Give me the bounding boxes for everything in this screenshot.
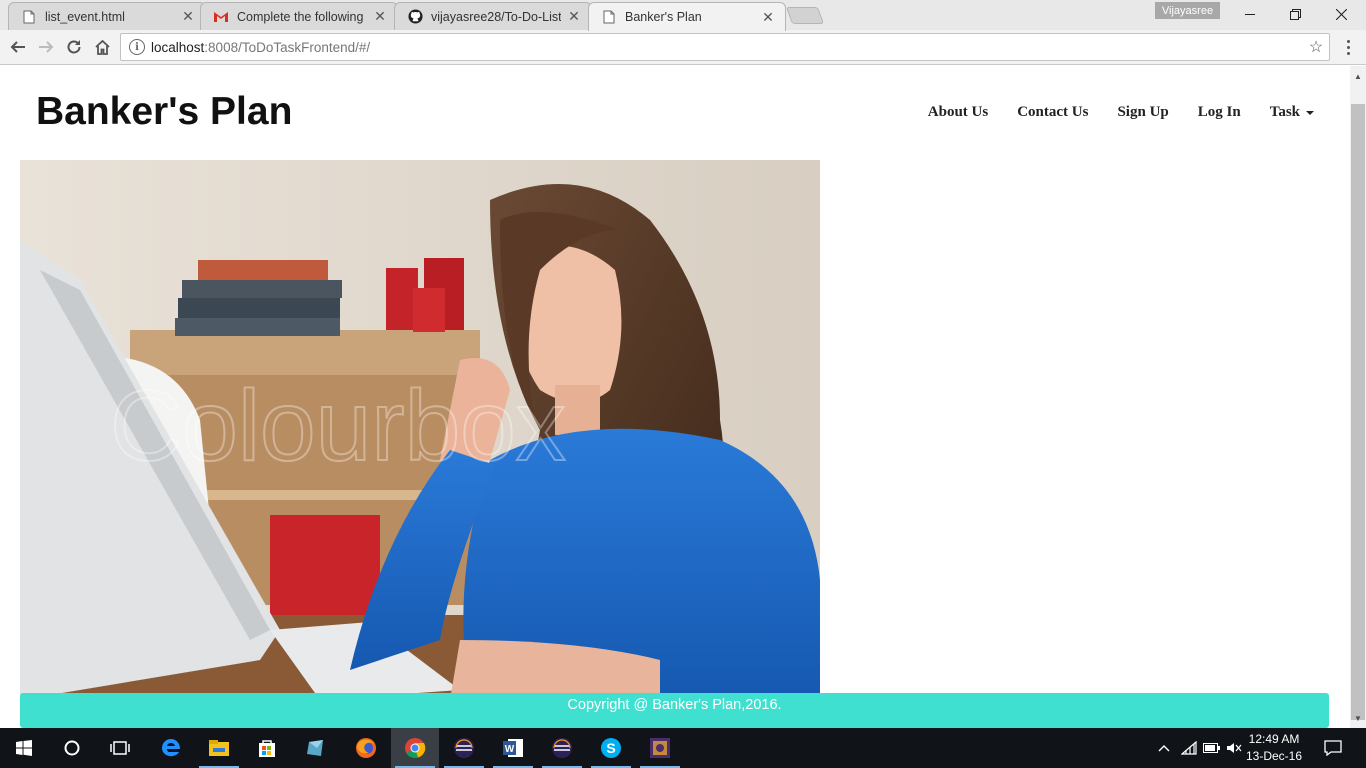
taskbar-clock[interactable]: 12:49 AM 13-Dec-16 — [1244, 731, 1304, 765]
document-icon — [601, 9, 617, 25]
nav-task-label: Task — [1269, 104, 1300, 120]
close-window-icon[interactable] — [1318, 0, 1364, 28]
footer-bar: Copyright @ Banker's Plan,2016. — [20, 693, 1329, 728]
svg-text:S: S — [606, 740, 615, 756]
close-icon[interactable]: ✕ — [567, 8, 581, 25]
home-icon[interactable] — [89, 35, 115, 59]
nav-sign-up[interactable]: Sign Up — [1117, 104, 1168, 121]
clock-time: 12:49 AM — [1248, 732, 1300, 746]
scroll-thumb[interactable] — [1351, 104, 1365, 720]
tab-title: Banker's Plan — [625, 10, 702, 24]
profile-button[interactable]: Vijayasree — [1155, 2, 1220, 19]
reload-icon[interactable] — [61, 35, 87, 59]
task-view-icon[interactable] — [96, 728, 144, 768]
eclipse-icon[interactable] — [440, 728, 488, 768]
tab-bankers-plan[interactable]: Banker's Plan ✕ — [588, 2, 786, 31]
footer-copyright: Copyright @ Banker's Plan,2016. — [567, 697, 782, 713]
edge-icon[interactable] — [147, 728, 195, 768]
hero-image: Colourbox — [20, 160, 820, 700]
battery-icon[interactable] — [1201, 728, 1223, 768]
brand-title[interactable]: Banker's Plan — [36, 90, 292, 134]
app-icon[interactable] — [292, 728, 340, 768]
github-icon — [407, 9, 423, 25]
skype-icon[interactable]: S — [587, 728, 635, 768]
tab-title: vijayasree28/To-Do-List- — [431, 9, 561, 24]
notifications-icon[interactable] — [1318, 728, 1348, 768]
address-bar[interactable]: i localhost:8008/ToDoTaskFrontend/#/ ☆ — [120, 33, 1330, 61]
close-icon[interactable]: ✕ — [181, 8, 195, 25]
cortana-icon[interactable] — [48, 728, 96, 768]
restore-icon[interactable] — [1272, 0, 1318, 28]
nav-log-in[interactable]: Log In — [1198, 104, 1241, 121]
nav-about-us[interactable]: About Us — [928, 104, 988, 121]
close-icon[interactable]: ✕ — [373, 8, 387, 25]
forward-arrow-icon[interactable] — [33, 35, 59, 59]
file-explorer-icon[interactable] — [195, 728, 243, 768]
start-icon[interactable] — [0, 728, 48, 768]
document-icon — [21, 9, 37, 25]
tab-list-event[interactable]: list_event.html ✕ — [8, 2, 206, 30]
nav-contact-us[interactable]: Contact Us — [1017, 104, 1088, 121]
new-tab-button[interactable] — [785, 7, 825, 24]
svg-text:W: W — [505, 744, 515, 755]
main-nav: About Us Contact Us Sign Up Log In Task — [928, 104, 1314, 121]
vertical-scrollbar[interactable]: ▲ ▼ — [1350, 66, 1366, 728]
tab-title: list_event.html — [45, 9, 125, 24]
scroll-up-icon[interactable]: ▲ — [1350, 68, 1366, 84]
chrome-icon[interactable] — [391, 728, 439, 768]
windows-taskbar: W S 12:49 AM 13-Dec-16 — [0, 728, 1366, 768]
url-text: localhost:8008/ToDoTaskFrontend/#/ — [151, 39, 371, 55]
nav-task-dropdown[interactable]: Task — [1270, 104, 1314, 121]
chevron-up-icon[interactable] — [1154, 728, 1174, 768]
back-arrow-icon[interactable] — [5, 35, 31, 59]
info-icon[interactable]: i — [129, 39, 145, 55]
wifi-icon[interactable] — [1178, 728, 1200, 768]
watermark-text: Colourbox — [110, 370, 566, 482]
close-icon[interactable]: ✕ — [761, 9, 775, 26]
page-viewport: Banker's Plan About Us Contact Us Sign U… — [0, 66, 1350, 728]
tab-github[interactable]: vijayasree28/To-Do-List- ✕ — [394, 2, 592, 30]
browser-tab-strip: list_event.html ✕ Complete the following… — [0, 0, 1366, 31]
scroll-down-icon[interactable]: ▼ — [1350, 710, 1366, 726]
browser-menu-icon[interactable] — [1340, 36, 1356, 58]
clock-date: 13-Dec-16 — [1245, 749, 1303, 763]
browser-toolbar: i localhost:8008/ToDoTaskFrontend/#/ ☆ — [0, 30, 1366, 65]
store-icon[interactable] — [243, 728, 291, 768]
app-icon[interactable] — [636, 728, 684, 768]
minimize-icon[interactable] — [1227, 0, 1273, 28]
bookmark-star-icon[interactable]: ☆ — [1303, 37, 1329, 57]
eclipse-icon[interactable] — [538, 728, 586, 768]
tab-title: Complete the following t — [237, 9, 367, 24]
volume-muted-icon[interactable] — [1224, 728, 1244, 768]
word-icon[interactable]: W — [489, 728, 537, 768]
firefox-icon[interactable] — [342, 728, 390, 768]
tab-gmail[interactable]: Complete the following t ✕ — [200, 2, 398, 30]
caret-down-icon — [1306, 110, 1314, 115]
gmail-icon — [213, 9, 229, 25]
